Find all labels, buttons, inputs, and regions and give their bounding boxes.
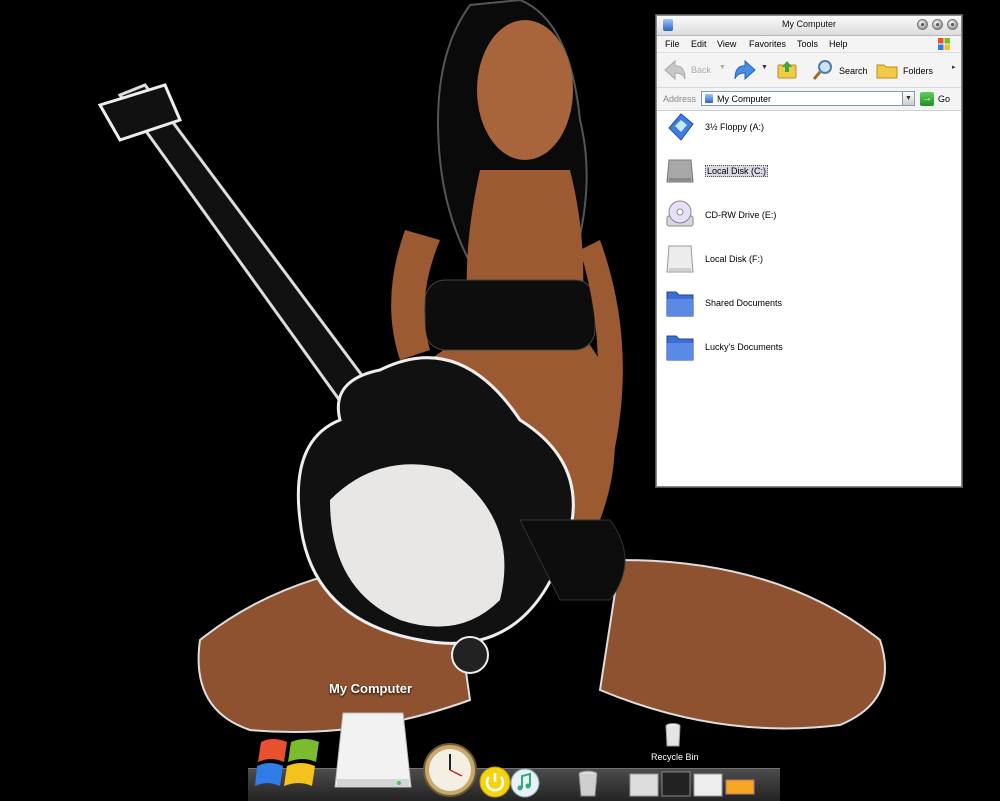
address-value[interactable]: My Computer [717, 94, 771, 104]
search-icon[interactable] [811, 58, 835, 82]
itunes-icon[interactable] [510, 768, 540, 798]
list-item-floppy[interactable]: 3½ Floppy (A:) [665, 110, 945, 150]
item-label: Local Disk (F:) [705, 254, 764, 264]
power-icon[interactable] [479, 766, 511, 798]
cd-drive-icon [666, 200, 694, 227]
item-label: Lucky's Documents [705, 342, 783, 352]
menu-file[interactable]: File [665, 39, 680, 49]
maximize-button[interactable] [932, 19, 943, 30]
clock-icon[interactable] [422, 742, 478, 798]
windows-flag-icon [938, 38, 950, 50]
list-item-shared-documents[interactable]: Shared Documents [665, 286, 945, 326]
address-dropdown-icon[interactable]: ▼ [902, 92, 914, 105]
address-field[interactable]: My Computer ▼ [701, 91, 915, 106]
explorer-window[interactable]: My Computer File Edit View Favorites Too… [656, 15, 962, 487]
item-label: Shared Documents [705, 298, 783, 308]
list-item-local-disk-c[interactable]: Local Disk (C:) [665, 154, 945, 194]
hard-disk-icon [666, 159, 694, 183]
thumbnail-icon[interactable] [628, 770, 758, 798]
folder-icon [666, 335, 694, 361]
title-bar[interactable]: My Computer [657, 16, 961, 36]
hard-drive-icon[interactable] [333, 709, 413, 797]
hard-disk-icon [666, 245, 694, 273]
trash-can-icon[interactable] [664, 722, 682, 748]
search-button-label[interactable]: Search [839, 66, 868, 76]
address-label: Address [663, 94, 697, 104]
windows-start-icon[interactable] [255, 728, 325, 794]
go-arrow-icon[interactable]: → [920, 92, 934, 106]
folders-icon[interactable] [875, 59, 899, 81]
window-title: My Computer [781, 19, 836, 29]
menu-help[interactable]: Help [829, 39, 848, 49]
menu-bar: File Edit View Favorites Tools Help [657, 36, 961, 53]
back-arrow-icon[interactable] [663, 59, 687, 81]
forward-arrow-icon[interactable] [731, 59, 757, 81]
item-label: Local Disk (C:) [705, 165, 769, 177]
item-label: CD-RW Drive (E:) [705, 210, 777, 220]
floppy-drive-icon [668, 113, 694, 141]
menu-tools[interactable]: Tools [797, 39, 818, 49]
forward-dropdown-icon[interactable]: ▼ [761, 64, 768, 71]
back-dropdown-icon[interactable]: ▼ [719, 64, 726, 71]
up-folder-icon[interactable] [775, 58, 799, 82]
item-label: 3½ Floppy (A:) [705, 122, 765, 132]
list-item-cd-drive[interactable]: CD-RW Drive (E:) [665, 198, 945, 238]
close-button[interactable] [947, 19, 958, 30]
dock-active-label: My Computer [329, 681, 413, 696]
toolbar-overflow-icon[interactable]: ▸ [952, 63, 956, 71]
folders-button-label[interactable]: Folders [903, 66, 933, 76]
toolbar: Back ▼ ▼ Search Folders ▸ [657, 53, 961, 88]
list-item-local-disk-f[interactable]: Local Disk (F:) [665, 242, 945, 282]
computer-icon [705, 94, 713, 103]
recycle-bin-label: Recycle Bin [651, 752, 699, 762]
menu-favorites[interactable]: Favorites [749, 39, 786, 49]
recycle-bin-icon[interactable] [577, 770, 599, 798]
menu-view[interactable]: View [717, 39, 736, 49]
back-button-label[interactable]: Back [691, 65, 711, 75]
list-item-luckys-documents[interactable]: Lucky's Documents [665, 330, 945, 370]
minimize-button[interactable] [917, 19, 928, 30]
go-button-label[interactable]: Go [938, 94, 950, 104]
menu-edit[interactable]: Edit [691, 39, 707, 49]
folder-icon [666, 291, 694, 317]
address-bar: Address My Computer ▼ → Go [657, 88, 961, 111]
